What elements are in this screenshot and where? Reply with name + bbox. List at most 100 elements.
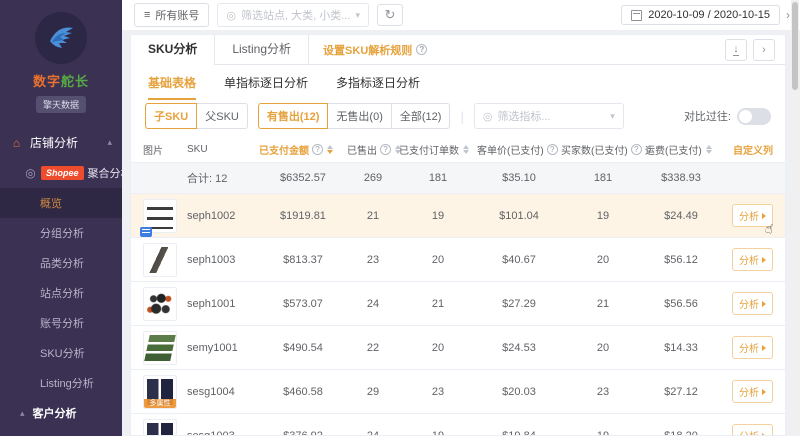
amount-cell: $813.37	[283, 253, 323, 266]
sort-icon[interactable]	[463, 142, 469, 157]
all-accounts-button[interactable]: ≡ 所有账号	[134, 3, 210, 27]
metric-filter-placeholder: 筛选指标...	[497, 111, 551, 123]
product-thumbnail[interactable]	[143, 242, 177, 277]
sku-cell: seph1001	[187, 297, 236, 310]
sidebar-item-customer-overview[interactable]: 客户概览	[0, 428, 122, 436]
child-sku-button[interactable]: 子SKU	[145, 103, 198, 129]
table-row[interactable]: semy1001 $490.54 22 20 $24.53 20 $14.33 …	[131, 326, 785, 370]
sidebar-item-group-analysis[interactable]: 分组分析	[0, 218, 122, 248]
subtab-single-metric[interactable]: 单指标逐日分析	[224, 74, 308, 98]
globe-icon: ◎	[226, 9, 237, 22]
table-row[interactable]: 多属性 sesg1004 $460.58 29 23 $20.03 23 $27…	[131, 370, 785, 414]
sidebar-item-overview[interactable]: 概览	[0, 188, 122, 218]
column-header-label: 已支付订单数	[399, 145, 459, 157]
globe-icon: ◎	[482, 110, 493, 123]
collapse-panel-arrow[interactable]: ›	[786, 8, 790, 22]
shipping-cell: $14.33	[664, 341, 698, 354]
table-row[interactable]: sesg1003 $376.92 24 19 $19.84 19 $18.20 …	[131, 414, 785, 435]
table-row[interactable]: seph1003 $813.37 23 20 $40.67 20 $56.12 …	[131, 238, 785, 282]
buyers-cell: 19	[561, 430, 645, 436]
column-header-buyers[interactable]: 买家数(已支付) ?	[561, 142, 652, 157]
sku-parse-rules-link[interactable]: 设置SKU解析规则 ?	[323, 42, 428, 58]
analyze-button[interactable]: 分析	[732, 380, 773, 403]
topbar: ≡ 所有账号 ◎ 筛选站点, 大类, 小类... ▾ ↻ 2020-10-09 …	[122, 0, 800, 30]
sku-cell: sesg1003	[187, 430, 259, 436]
help-icon[interactable]: ?	[546, 143, 558, 155]
analyze-button[interactable]: 分析	[732, 336, 773, 359]
metric-filter-select[interactable]: ◎ 筛选指标... ▾	[473, 103, 624, 129]
sidebar-item-listing-analysis[interactable]: Listing分析	[0, 368, 122, 398]
all-button[interactable]: 全部(12)	[390, 103, 451, 129]
column-header-avg-price[interactable]: 客单价(已支付) ?	[477, 142, 561, 157]
refresh-button[interactable]: ↻	[376, 4, 403, 26]
vertical-scrollbar[interactable]	[791, 0, 799, 436]
sidebar-menu: ⌂ 店铺分析 ▴ ◎ Shopee 聚合分析 概览 分组分析 品类分析 站点分析…	[0, 127, 122, 436]
compare-past: 对比过往:	[684, 107, 771, 125]
sidebar-item-aggregate[interactable]: ◎ Shopee 聚合分析	[0, 158, 122, 188]
compare-past-toggle[interactable]	[737, 107, 771, 125]
price-cell: $20.03	[502, 385, 536, 398]
table-row[interactable]: seph1002 $1919.81 21 19 $101.04 19 $24.4…	[131, 194, 785, 238]
product-thumbnail[interactable]	[143, 418, 177, 435]
tab-listing-analysis[interactable]: Listing分析	[215, 35, 310, 65]
sidebar: 数字舵长 擎天数据 ⌂ 店铺分析 ▴ ◎ Shopee 聚合分析 概览 分组分析…	[0, 0, 122, 436]
sidebar-item-customer-analysis[interactable]: ▴ 客户分析	[0, 398, 122, 428]
sidebar-item-category-analysis[interactable]: 品类分析	[0, 248, 122, 278]
sku-cell: seph1003	[187, 253, 236, 266]
column-header-paid-amount[interactable]: 已支付金额 ?	[259, 142, 347, 157]
product-thumbnail[interactable]	[143, 330, 177, 365]
sidebar-item-site-analysis[interactable]: 站点分析	[0, 278, 122, 308]
subtab-multi-metric[interactable]: 多指标逐日分析	[336, 74, 420, 98]
product-thumbnail[interactable]	[143, 286, 177, 321]
download-button[interactable]: ↓	[725, 38, 747, 61]
sku-parse-rules-label: 设置SKU解析规则	[323, 44, 413, 57]
sidebar-item-label: 站点分析	[40, 288, 84, 300]
shipping-cell: $56.12	[664, 253, 698, 266]
calendar-icon	[631, 9, 643, 21]
price-cell: $101.04	[499, 209, 539, 222]
subtab-basic-table[interactable]: 基础表格	[148, 74, 197, 100]
help-icon[interactable]: ?	[630, 143, 642, 155]
unsold-button[interactable]: 无售出(0)	[327, 103, 392, 129]
column-header-paid-orders[interactable]: 已支付订单数	[399, 142, 477, 157]
sidebar-item-account-analysis[interactable]: 账号分析	[0, 308, 122, 338]
sidebar-item-label: 概览	[40, 198, 62, 210]
brand-subtitle-badge: 擎天数据	[35, 96, 86, 113]
table-row[interactable]: seph1001 $573.07 24 21 $27.29 21 $56.56 …	[131, 282, 785, 326]
total-buyers: 181	[593, 172, 613, 184]
site-filter-placeholder: 筛选站点, 大类, 小类...	[241, 10, 351, 22]
brand: 数字舵长 擎天数据	[0, 0, 122, 113]
product-thumbnail[interactable]	[140, 198, 177, 237]
sold-button[interactable]: 有售出(12)	[257, 103, 329, 129]
target-icon: ◎	[25, 166, 36, 180]
sort-icon[interactable]	[327, 142, 333, 157]
sku-cell: sesg1004	[187, 385, 235, 398]
next-panel-button[interactable]: ›	[753, 38, 775, 61]
column-header-sold[interactable]: 已售出 ?	[347, 142, 401, 157]
filter-bar: 子SKU 父SKU 有售出(12) 无售出(0) 全部(12) | ◎ 筛选指标…	[131, 98, 785, 136]
date-range-picker[interactable]: 2020-10-09 / 2020-10-15	[621, 5, 780, 25]
sort-icon[interactable]	[705, 142, 712, 157]
help-icon[interactable]: ?	[416, 44, 428, 55]
analyze-button[interactable]: 分析	[732, 248, 773, 271]
sidebar-item-label: 客户分析	[32, 408, 77, 420]
sidebar-item-sku-analysis[interactable]: SKU分析	[0, 338, 122, 368]
custom-columns-link[interactable]: 自定义列	[717, 142, 773, 157]
price-cell: $24.53	[502, 341, 536, 354]
analyze-button[interactable]: 分析	[732, 204, 773, 227]
product-thumbnail[interactable]: 多属性	[143, 374, 177, 409]
analyze-button[interactable]: 分析	[732, 424, 773, 435]
parent-sku-button[interactable]: 父SKU	[196, 103, 248, 129]
total-amount: $6352.57	[280, 172, 326, 184]
tab-sku-analysis[interactable]: SKU分析	[131, 35, 216, 65]
analyze-button[interactable]: 分析	[732, 292, 773, 315]
brand-title: 数字舵长	[0, 71, 122, 90]
scrollbar-thumb[interactable]	[792, 2, 798, 90]
help-icon[interactable]: ?	[312, 143, 323, 155]
sidebar-item-shop-analysis[interactable]: ⌂ 店铺分析 ▴	[0, 127, 122, 158]
column-header-shipping[interactable]: 运费(已支付)	[645, 142, 717, 157]
site-filter-select[interactable]: ◎ 筛选站点, 大类, 小类... ▾	[217, 3, 369, 27]
help-icon[interactable]: ?	[380, 143, 391, 155]
total-label: 合计: 12	[187, 173, 228, 185]
sidebar-item-label: 店铺分析	[30, 136, 79, 150]
